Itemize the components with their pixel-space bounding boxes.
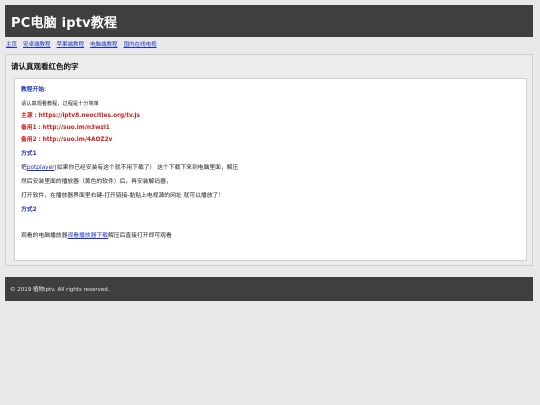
method2-prefix: 观看的电脑播放器 — [21, 233, 68, 239]
nav-item-android[interactable]: 安卓端教程 — [23, 40, 51, 48]
tutorial-start-colon: : — [44, 87, 47, 93]
main-source-line: 主源 : https://iptv8.neocities.org/tv.js — [21, 113, 140, 120]
backup-source2-url: http://suo.im/4AOZ2v — [42, 137, 113, 143]
backup-source-line: 备用1 : http://suo.im/n3wzl1 — [21, 125, 110, 132]
nav-item-domestic-tv[interactable]: 国内在线电视 — [124, 40, 157, 48]
page-title: PC电脑 iptv教程 — [11, 15, 118, 31]
backup-source2-colon: : — [38, 137, 41, 143]
intro-text: 请认真观看教程，过程是十分简单 — [21, 101, 99, 107]
tutorial-start-label: 教程开始 — [21, 87, 45, 93]
tutorial-content: 教程开始: 请认真观看教程，过程是十分简单 主源 : https://iptv8… — [14, 78, 527, 261]
backup-source2-line: 备用2 : http://suo.im/4AOZ2v — [21, 137, 112, 144]
method2-line: 观看的电脑播放器观看播放器下载解压后直接打开即可观看 — [21, 233, 172, 240]
method1-line1: 把potplayer(如果你已经安装有这个就不用下载了） 这个下载下来到电脑里面… — [21, 165, 238, 172]
potplayer-link[interactable]: potplayer — [27, 165, 55, 171]
player-download-link[interactable]: 观看播放器下载 — [67, 233, 108, 239]
copyright-text: © 2019 植物iptv. All rights reserved. — [10, 287, 110, 293]
page-footer: © 2019 植物iptv. All rights reserved. — [5, 277, 533, 301]
method1-label: 方式1 — [21, 151, 37, 157]
method2-suffix: 解压后直接打开即可观看 — [107, 233, 172, 239]
top-nav: 主页 安卓端教程 苹果端教程 电脑端教程 国内在线电视 — [5, 38, 533, 50]
main-source-colon: : — [34, 113, 37, 119]
nav-item-pc[interactable]: 电脑端教程 — [90, 40, 118, 48]
tutorial-start-line: 教程开始: — [21, 87, 46, 94]
main-source-label: 主源 — [21, 113, 33, 119]
nav-item-home[interactable]: 主页 — [6, 40, 17, 48]
backup-source-url: http://suo.im/n3wzl1 — [42, 125, 110, 131]
method2-label: 方式2 — [21, 207, 37, 213]
backup-source2-label: 备用2 — [21, 137, 37, 143]
panel-title: 请认真观看红色的字 — [11, 62, 79, 71]
main-source-url: https://iptv8.neocities.org/tv.js — [38, 113, 140, 119]
tutorial-panel: 请认真观看红色的字 教程开始: 请认真观看教程，过程是十分简单 主源 : htt… — [5, 54, 533, 266]
method1-suffix: (如果你已经安装有这个就不用下载了） 这个下载下来到电脑里面，解压 — [54, 165, 239, 171]
backup-source-label: 备用1 — [21, 125, 37, 131]
method1-line3: 打开软件，在播放器界面里右键-打开链接-黏贴上电视源的网址 就可以播放了！ — [21, 193, 225, 199]
nav-item-apple[interactable]: 苹果端教程 — [57, 40, 85, 48]
backup-source-colon: : — [38, 125, 41, 131]
page-header: PC电脑 iptv教程 — [5, 5, 533, 37]
method1-line2: 然后安装里面的播放器（黄色的软件）后，再安装解码器， — [21, 179, 172, 185]
